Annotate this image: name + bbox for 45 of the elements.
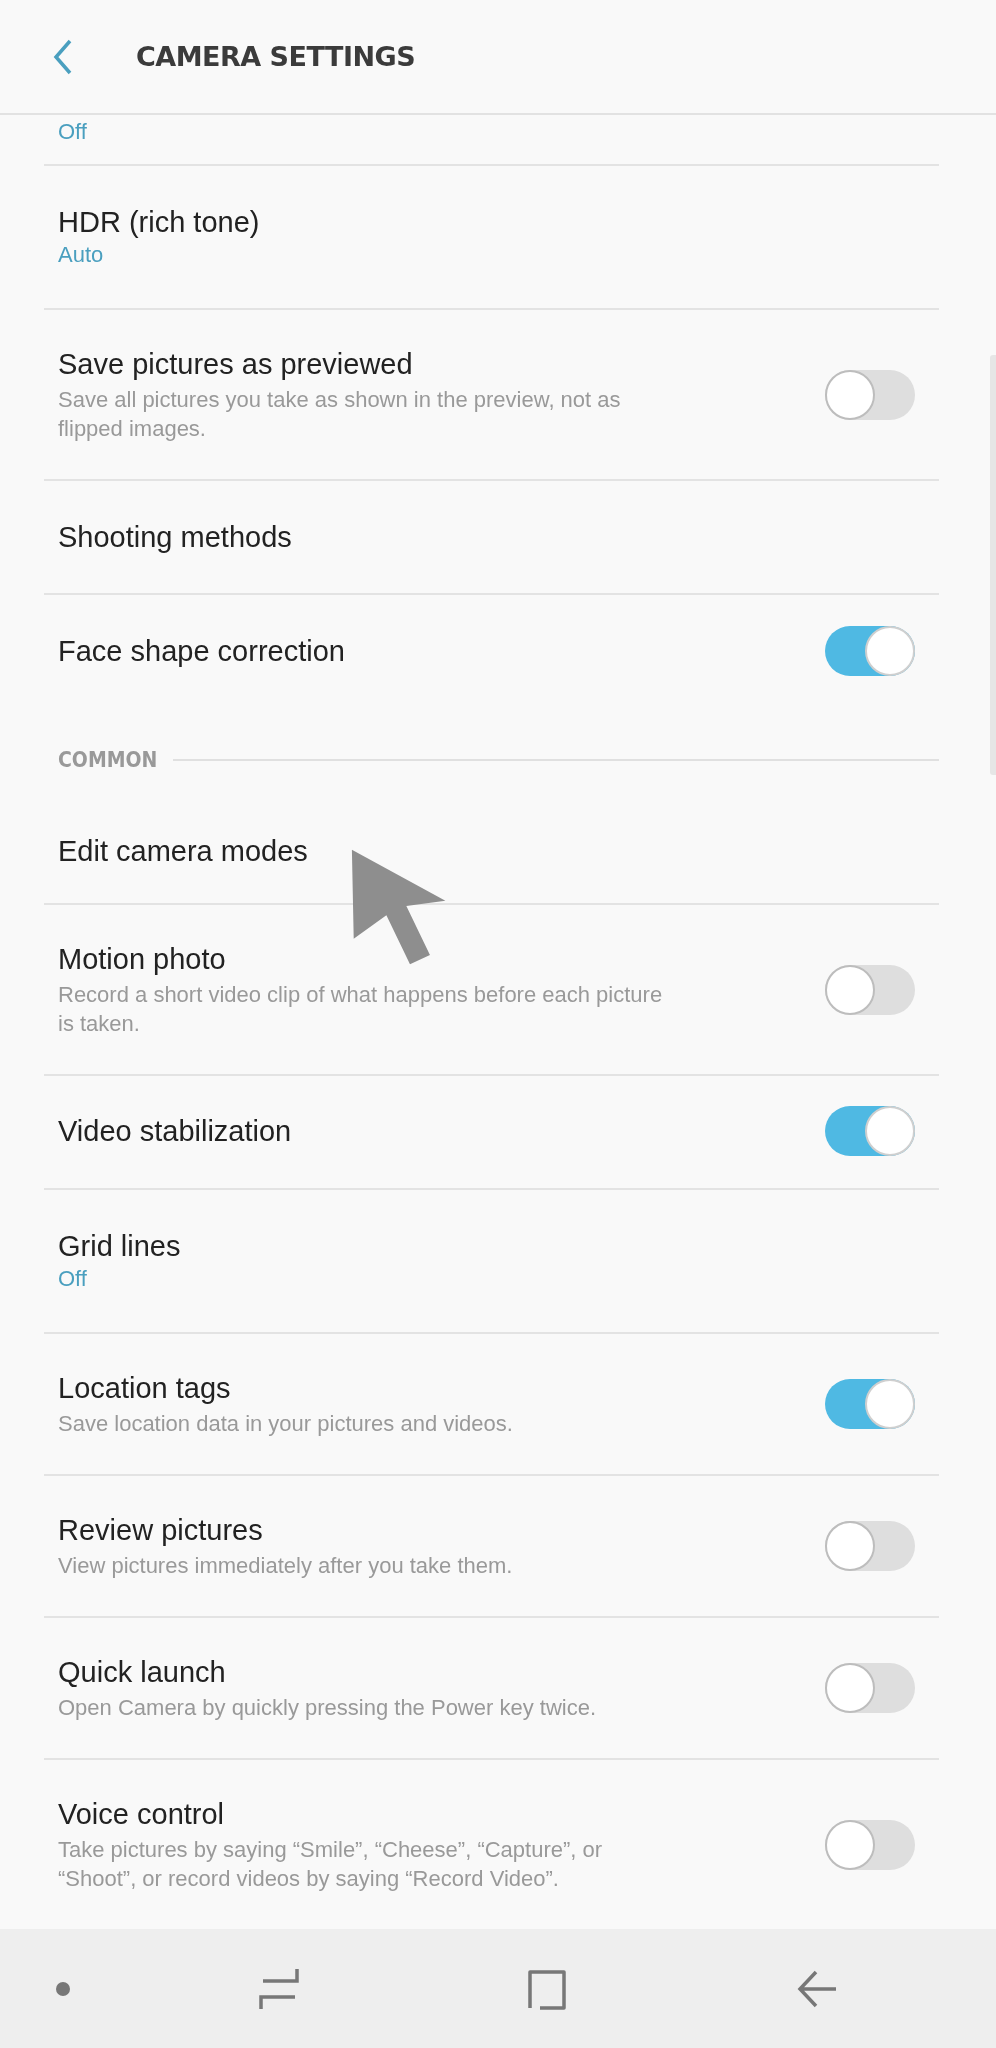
setting-title: Save pictures as previewed: [58, 347, 414, 382]
setting-title: Video stabilization: [58, 1114, 293, 1149]
settings-row[interactable]: Face shape correction: [44, 595, 939, 709]
setting-title: Face shape correction: [58, 634, 346, 669]
toggle-switch[interactable]: [825, 1521, 915, 1571]
settings-row[interactable]: Shooting methods: [44, 481, 939, 595]
toggle-switch[interactable]: [825, 1379, 915, 1429]
setting-title: Location tags: [58, 1371, 232, 1406]
setting-title: HDR (rich tone): [58, 205, 261, 240]
setting-title: Quick launch: [58, 1655, 227, 1690]
toggle-switch[interactable]: [825, 1663, 915, 1713]
setting-title: Review pictures: [58, 1513, 264, 1548]
setting-title: Edit camera modes: [58, 834, 309, 869]
settings-row[interactable]: HDR (rich tone) Auto: [44, 166, 939, 310]
home-icon[interactable]: [525, 1967, 568, 2010]
settings-row[interactable]: Video stabilization: [44, 1076, 939, 1190]
settings-row[interactable]: Grid lines Off: [44, 1190, 939, 1334]
toggle-switch[interactable]: [825, 626, 915, 676]
section-header: COMMON: [58, 748, 158, 772]
setting-title: Shooting methods: [58, 520, 293, 555]
settings-row[interactable]: Save pictures as previewed Save all pictures you take as shown in the preview, not as flipped images.: [44, 310, 939, 481]
setting-description: Save all pictures you take as shown in the preview, not as flipped images.: [58, 386, 622, 443]
settings-row[interactable]: Quick launch Open Camera by quickly pressing the Power key twice.: [44, 1618, 939, 1760]
setting-title: Grid lines: [58, 1229, 182, 1264]
back-icon[interactable]: [53, 38, 73, 75]
setting-value: Auto: [58, 241, 105, 269]
settings-row[interactable]: Review pictures View pictures immediately after you take them.: [44, 1476, 939, 1618]
settings-row[interactable]: Location tags Save location data in your pictures and videos.: [44, 1334, 939, 1476]
toggle-switch[interactable]: [825, 1106, 915, 1156]
setting-title: Voice control: [58, 1797, 226, 1832]
setting-value: Off: [58, 1265, 88, 1293]
setting-description: Open Camera by quickly pressing the Power key twice.: [58, 1694, 597, 1722]
setting-title: Motion photo: [58, 942, 227, 977]
dot-icon[interactable]: [55, 1980, 71, 1997]
screen-title: CAMERA SETTINGS: [136, 41, 416, 72]
setting-description: View pictures immediately after you take them.: [58, 1552, 514, 1580]
settings-row[interactable]: Voice control Take pictures by saying “Smile”, “Cheese”, “Capture”, or “Shoot”, or record videos by saying “Record Video”.: [44, 1760, 939, 1929]
setting-description: Save location data in your pictures and videos.: [58, 1410, 514, 1438]
toggle-switch[interactable]: [825, 369, 915, 420]
setting-description: Record a short video clip of what happens before each picture is taken.: [58, 981, 664, 1038]
setting-description: Take pictures by saying “Smile”, “Cheese”, “Capture”, or “Shoot”, or record videos by saying “Record Video”.: [58, 1836, 604, 1893]
recents-icon[interactable]: [259, 1966, 300, 2011]
toggle-switch[interactable]: [825, 964, 915, 1015]
setting-value: Off: [58, 118, 87, 146]
toggle-switch[interactable]: [825, 1819, 915, 1870]
